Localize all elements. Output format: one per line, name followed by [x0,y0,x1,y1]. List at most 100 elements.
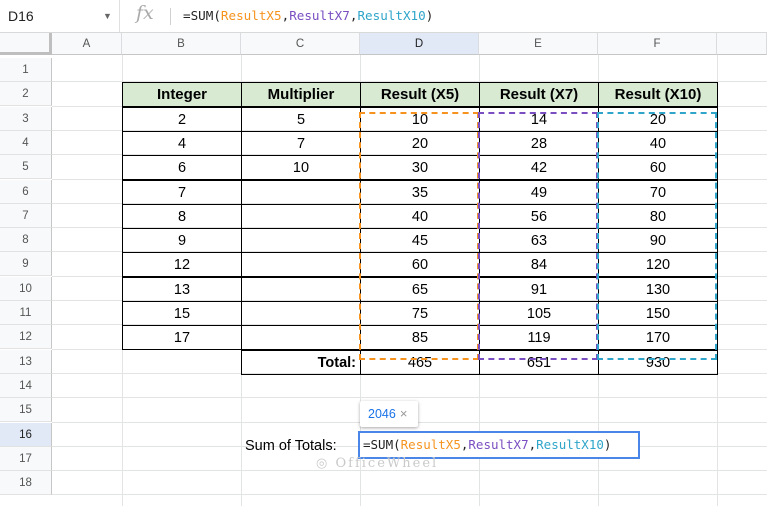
table-cell: 150 [598,301,718,326]
table-cell: 70 [598,179,718,205]
column-header-d[interactable]: D [360,33,479,55]
table-cell: 8 [122,203,242,229]
total-value: 465 [360,349,480,375]
table-cell: 130 [598,276,718,302]
row-header-10[interactable]: 10 [0,276,52,301]
table-cell: 42 [479,155,599,181]
formula-bar-part: ResultX5 [220,8,282,23]
cell-formula-part: ResultX7 [468,437,529,452]
table-cell [241,252,361,278]
spreadsheet-grid[interactable]: ABCDEF 1 2 3 4 5 6 7 8 9 10 11 12 13 14 15 16 17 18 Integ… [0,33,767,506]
table-cell: 91 [479,276,599,302]
row-header-4[interactable]: 4 [0,130,52,155]
watermark-text: OfficeWheel [335,456,439,471]
cell-formula-part: =SUM( [363,437,401,452]
table-cell: 45 [360,228,480,254]
formula-bar-part: =SUM( [183,8,221,23]
table-cell: 10 [241,155,361,181]
table-cell: 5 [241,106,361,132]
cell-formula-part: , [528,437,537,452]
formula-bar-part: ResultX10 [357,8,426,23]
table-cell: 80 [598,203,718,229]
select-all-corner[interactable] [0,33,52,55]
table-cell: 14 [479,106,599,132]
row-header-13[interactable]: 13 [0,349,52,374]
fx-icon: fx [136,2,154,24]
watermark-logo-icon: ◎ [316,456,330,471]
row-header-8[interactable]: 8 [0,228,52,253]
row-header-6[interactable]: 6 [0,179,52,204]
table-cell [241,179,361,205]
column-header-b[interactable]: B [122,33,241,55]
table-cell: 28 [479,130,599,156]
table-cell [241,276,361,302]
name-box-value: D16 [8,8,34,24]
active-cell-editor[interactable]: =SUM(ResultX5,ResultX7,ResultX10) [358,431,640,459]
row-header-3[interactable]: 3 [0,106,52,131]
total-value: 930 [598,349,718,375]
horizontal-gridline [52,397,767,399]
row-header-15[interactable]: 15 [0,398,52,423]
formula-bar: D16 ▼ fx =SUM(ResultX5,ResultX7,ResultX1… [0,0,767,33]
table-cell: 63 [479,228,599,254]
cell-formula-part: ResultX5 [400,437,461,452]
table-cell [241,325,361,351]
table-header-cell: Multiplier [241,82,361,108]
close-icon[interactable]: × [400,406,408,421]
row-header-5[interactable]: 5 [0,155,52,180]
row-header-16[interactable]: 16 [0,422,52,447]
total-label: Total: [241,349,361,375]
table-cell: 9 [122,228,242,254]
sum-of-totals-label: Sum of Totals: [245,438,337,454]
table-cell: 60 [360,252,480,278]
chevron-down-icon[interactable]: ▼ [103,0,112,32]
column-header-c[interactable]: C [241,33,360,55]
table-cell: 40 [598,130,718,156]
row-header-9[interactable]: 9 [0,252,52,277]
formula-bar-divider [170,8,171,25]
name-box[interactable]: D16 ▼ [0,0,120,32]
formula-input[interactable]: =SUM(ResultX5,ResultX7,ResultX10) [183,8,433,23]
table-cell: 119 [479,325,599,351]
table-cell: 15 [122,301,242,326]
row-header-7[interactable]: 7 [0,203,52,228]
column-header-e[interactable]: E [479,33,598,55]
table-header-cell: Result (X10) [598,82,718,108]
horizontal-gridline [52,494,767,496]
table-cell [241,228,361,254]
table-cell: 10 [360,106,480,132]
officewheel-watermark: ◎ OfficeWheel [316,456,438,471]
table-cell: 30 [360,155,480,181]
table-cell: 4 [122,130,242,156]
column-header-extra [717,33,767,55]
table-cell: 170 [598,325,718,351]
row-header-18[interactable]: 18 [0,471,52,496]
table-cell: 17 [122,325,242,351]
column-header-f[interactable]: F [598,33,717,55]
row-header-2[interactable]: 2 [0,82,52,107]
table-cell: 56 [479,203,599,229]
row-header-1[interactable]: 1 [0,58,52,82]
table-cell: 7 [241,130,361,156]
table-header-cell: Result (X5) [360,82,480,108]
row-header-11[interactable]: 11 [0,301,52,325]
formula-bar-part: ) [425,8,434,23]
table-cell: 12 [122,252,242,278]
formula-result-preview[interactable]: 2046 × [360,401,418,427]
table-cell: 7 [122,179,242,205]
table-cell: 75 [360,301,480,326]
table-cell: 90 [598,228,718,254]
table-cell: 35 [360,179,480,205]
formula-bar-part: ResultX7 [289,8,350,23]
table-cell: 6 [122,155,242,181]
table-cell: 85 [360,325,480,351]
table-cell: 105 [479,301,599,326]
column-header-a[interactable]: A [52,33,122,55]
table-cell: 49 [479,179,599,205]
row-header-17[interactable]: 17 [0,446,52,471]
row-header-14[interactable]: 14 [0,373,52,398]
table-cell: 60 [598,155,718,181]
table-header-cell: Integer [122,82,242,108]
row-header-12[interactable]: 12 [0,325,52,350]
table-cell: 65 [360,276,480,302]
